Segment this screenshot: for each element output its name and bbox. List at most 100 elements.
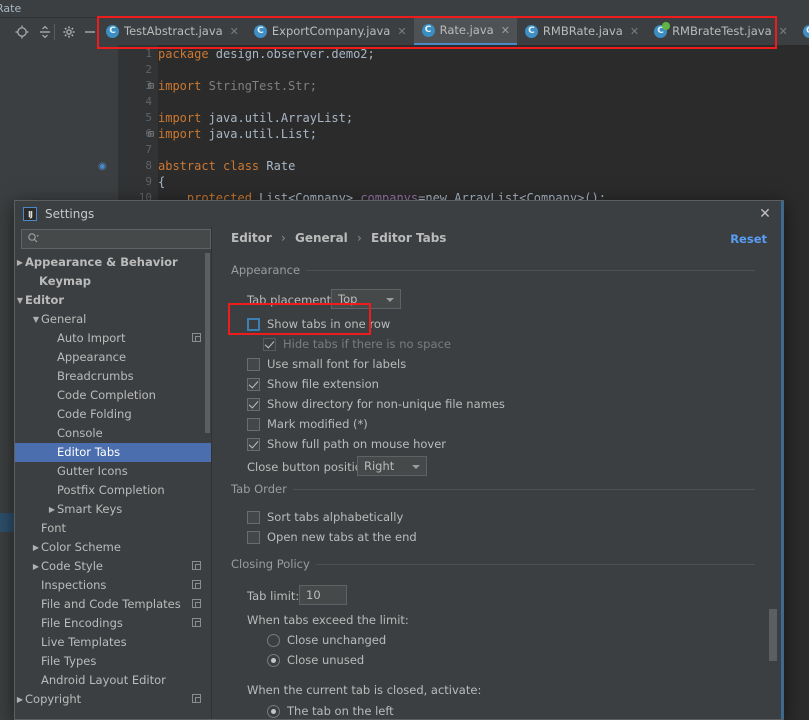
- chevron-right-icon[interactable]: ▶: [15, 690, 25, 709]
- editor-tab-close-icon[interactable]: ✕: [501, 24, 510, 37]
- use-small-font-checkbox[interactable]: [247, 357, 260, 371]
- locate-icon[interactable]: [14, 24, 30, 40]
- sidebar-item-editor-tabs[interactable]: Editor Tabs: [15, 443, 211, 462]
- show-directory-checkbox[interactable]: [247, 397, 260, 411]
- settings-dialog[interactable]: IJ Settings ✕ ▶ Appearance & Behavior Keym…: [14, 200, 784, 720]
- close-button-position-select[interactable]: Right: [357, 456, 427, 476]
- settings-search[interactable]: [21, 229, 211, 249]
- tab-placement-select[interactable]: Top: [331, 289, 401, 309]
- show-full-path-row[interactable]: Show full path on mouse hover: [247, 437, 446, 451]
- show-file-extension-label: Show file extension: [267, 377, 379, 391]
- sidebar-item-appearance-behavior[interactable]: ▶ Appearance & Behavior: [15, 253, 211, 272]
- chevron-right-icon[interactable]: ▶: [31, 538, 41, 557]
- close-unused-row[interactable]: Close unused: [267, 653, 364, 667]
- show-file-extension-row[interactable]: Show file extension: [247, 377, 379, 391]
- sidebar-item-label: Code Style: [41, 559, 103, 573]
- sidebar-item-appearance[interactable]: Appearance: [15, 348, 211, 367]
- editor-tab-4[interactable]: C RMBrateTest.java ✕: [646, 17, 795, 45]
- show-directory-row[interactable]: Show directory for non-unique file names: [247, 397, 505, 411]
- sidebar-item-file-types[interactable]: File Types: [15, 652, 211, 671]
- sidebar-item-gutter-icons[interactable]: Gutter Icons: [15, 462, 211, 481]
- chevron-down-icon[interactable]: ▼: [15, 291, 25, 310]
- sidebar-item-font[interactable]: Font: [15, 519, 211, 538]
- sidebar-item-label: Editor Tabs: [57, 445, 121, 459]
- panel-scrollbar[interactable]: [769, 609, 777, 661]
- tree-panel-divider: [211, 227, 212, 719]
- editor-tab-1[interactable]: C ExportCompany.java ✕: [246, 17, 414, 45]
- sidebar-item-copyright[interactable]: ▶ Copyright: [15, 690, 211, 709]
- line-number: 7: [145, 143, 152, 156]
- implemented-method-gutter-icon[interactable]: ◉: [98, 161, 107, 172]
- tree-scrollbar[interactable]: [205, 253, 210, 433]
- settings-detail-panel: Editor › General › Editor Tabs Reset App…: [215, 227, 783, 719]
- chevron-right-icon[interactable]: ▶: [31, 557, 41, 576]
- line-number: 6: [145, 127, 152, 140]
- sidebar-item-color-scheme[interactable]: ▶ Color Scheme: [15, 538, 211, 557]
- mark-modified-checkbox[interactable]: [247, 417, 260, 431]
- mark-modified-row[interactable]: Mark modified (*): [247, 417, 368, 431]
- breadcrumb-item-general[interactable]: General: [295, 231, 348, 245]
- show-full-path-checkbox[interactable]: [247, 437, 260, 451]
- open-new-tabs-at-end-checkbox[interactable]: [247, 530, 260, 544]
- chevron-right-icon[interactable]: ▶: [15, 253, 25, 272]
- editor-tab-close-icon[interactable]: ✕: [630, 25, 639, 38]
- close-unchanged-radio[interactable]: [267, 633, 280, 647]
- sidebar-item-live-templates[interactable]: Live Templates: [15, 633, 211, 652]
- editor-tab-3[interactable]: C RMBRate.java ✕: [517, 17, 646, 45]
- editor-tab-bar[interactable]: C TestAbstract.java ✕ C ExportCompany.java ✕ C…: [98, 17, 809, 45]
- show-tabs-one-row-row[interactable]: Show tabs in one row: [247, 317, 390, 331]
- sidebar-item-breadcrumbs[interactable]: Breadcrumbs: [15, 367, 211, 386]
- sidebar-item-smart-keys[interactable]: ▶ Smart Keys: [15, 500, 211, 519]
- sidebar-item-file-encodings[interactable]: File Encodings: [15, 614, 211, 633]
- close-icon[interactable]: ✕: [757, 206, 773, 222]
- show-file-extension-checkbox[interactable]: [247, 377, 260, 391]
- sidebar-item-file-and-code-templates[interactable]: File and Code Templates: [15, 595, 211, 614]
- editor-tab-close-icon[interactable]: ✕: [230, 25, 239, 38]
- chevron-down-icon[interactable]: ▼: [31, 310, 41, 329]
- editor-tab-2[interactable]: C Rate.java ✕: [413, 17, 517, 45]
- tab-on-the-left-row[interactable]: The tab on the left: [267, 704, 394, 718]
- code-fold-icon[interactable]: ⊟: [148, 81, 154, 92]
- sidebar-item-android-layout-editor[interactable]: Android Layout Editor: [15, 671, 211, 690]
- sidebar-item-label: File and Code Templates: [41, 597, 181, 611]
- close-unused-radio[interactable]: [267, 653, 280, 667]
- sidebar-item-code-completion[interactable]: Code Completion: [15, 386, 211, 405]
- sidebar-item-general[interactable]: ▼ General: [15, 310, 211, 329]
- chevron-right-icon[interactable]: ▶: [47, 500, 57, 519]
- settings-tree[interactable]: ▶ Appearance & Behavior Keymap ▼ Editor ▼ Gene…: [15, 253, 211, 719]
- sidebar-item-postfix-completion[interactable]: Postfix Completion: [15, 481, 211, 500]
- close-unchanged-row[interactable]: Close unchanged: [267, 633, 386, 647]
- code-fold-icon[interactable]: ⊟: [148, 129, 154, 140]
- tab-limit-input[interactable]: 10: [299, 585, 347, 605]
- sidebar-item-auto-import[interactable]: Auto Import: [15, 329, 211, 348]
- search-input[interactable]: [43, 231, 197, 247]
- sidebar-item-code-style[interactable]: ▶ Code Style: [15, 557, 211, 576]
- editor-tab-0[interactable]: C TestAbstract.java ✕: [98, 17, 246, 45]
- sidebar-item-inspections[interactable]: Inspections: [15, 576, 211, 595]
- breadcrumb-item-editor-tabs[interactable]: Editor Tabs: [371, 231, 446, 245]
- open-new-tabs-at-end-row[interactable]: Open new tabs at the end: [247, 530, 417, 544]
- editor-tab-label: Rate.java: [439, 23, 494, 37]
- collapse-all-icon[interactable]: [37, 24, 53, 40]
- sort-tabs-alphabetically-row[interactable]: Sort tabs alphabetically: [247, 510, 403, 524]
- show-tabs-one-row-checkbox[interactable]: [247, 317, 260, 331]
- intellij-logo-icon: IJ: [23, 207, 37, 221]
- sidebar-item-code-folding[interactable]: Code Folding: [15, 405, 211, 424]
- editor-tab-label: TestAbstract.java: [124, 24, 223, 38]
- reset-link[interactable]: Reset: [730, 232, 767, 246]
- editor-tab-close-icon[interactable]: ✕: [779, 25, 788, 38]
- tab-placement-label: Tab placement:: [247, 293, 336, 307]
- use-small-font-row[interactable]: Use small font for labels: [247, 357, 406, 371]
- breadcrumb-item-editor[interactable]: Editor: [231, 231, 272, 245]
- sidebar-item-keymap[interactable]: Keymap: [15, 272, 211, 291]
- settings-gear-icon[interactable]: [61, 24, 77, 40]
- tab-on-the-left-radio[interactable]: [267, 704, 280, 718]
- search-box[interactable]: [21, 229, 211, 249]
- sidebar-item-editor[interactable]: ▼ Editor: [15, 291, 211, 310]
- editor-tab-close-icon[interactable]: ✕: [397, 25, 406, 38]
- appearance-group-title: Appearance: [231, 263, 307, 277]
- sidebar-item-console[interactable]: Console: [15, 424, 211, 443]
- sort-tabs-alphabetically-checkbox[interactable]: [247, 510, 260, 524]
- editor-tab-5[interactable]: CImportCompany.java✕: [795, 17, 809, 45]
- hide-icon[interactable]: [82, 24, 98, 40]
